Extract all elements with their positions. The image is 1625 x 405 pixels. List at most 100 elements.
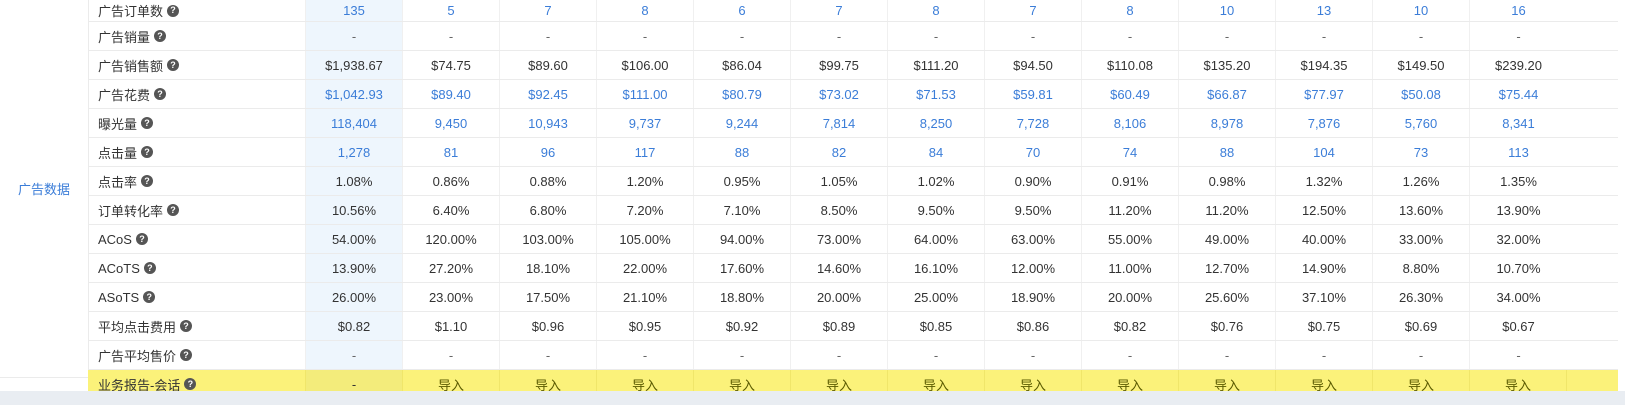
value-cell[interactable]: 9,737: [597, 109, 694, 137]
value-cell[interactable]: $77.97: [1276, 80, 1373, 108]
value-cell: 13.90%: [306, 254, 403, 282]
group-label-ad-data: 广告数据: [0, 0, 89, 378]
value-cell: 18.90%: [985, 283, 1082, 311]
value-cell[interactable]: $1,042.93: [306, 80, 403, 108]
value-cell: 11.20%: [1179, 196, 1276, 224]
value-cell[interactable]: 113: [1470, 138, 1567, 166]
value-cell[interactable]: $80.79: [694, 80, 791, 108]
value-cell[interactable]: 10,943: [500, 109, 597, 137]
help-icon[interactable]: ?: [143, 291, 156, 303]
value-cell[interactable]: 74: [1082, 138, 1179, 166]
row-label-text: ASoTS: [98, 289, 140, 305]
value-cell[interactable]: $59.81: [985, 80, 1082, 108]
table-row: 广告销量? - - - - - - - - - - - - -: [88, 22, 1618, 51]
value-cell: 12.00%: [985, 254, 1082, 282]
value-cell: 120.00%: [403, 225, 500, 253]
value-cell[interactable]: $71.53: [888, 80, 985, 108]
value-cell: $1,938.67: [306, 51, 403, 79]
value-cell[interactable]: $111.00: [597, 80, 694, 108]
value-cell[interactable]: 7,876: [1276, 109, 1373, 137]
value-cell[interactable]: $73.02: [791, 80, 888, 108]
value-cell[interactable]: $60.49: [1082, 80, 1179, 108]
help-icon[interactable]: ?: [141, 146, 154, 158]
value-cell[interactable]: 96: [500, 138, 597, 166]
value-cell: -: [597, 341, 694, 369]
row-label: 点击量?: [88, 138, 306, 166]
value-cell[interactable]: 7: [791, 0, 888, 21]
value-cell[interactable]: 88: [694, 138, 791, 166]
help-icon[interactable]: ?: [167, 59, 180, 71]
value-cell[interactable]: 10: [1373, 0, 1470, 21]
value-cell: -: [500, 22, 597, 50]
value-cell: 8.50%: [791, 196, 888, 224]
help-icon[interactable]: ?: [167, 204, 180, 216]
help-icon[interactable]: ?: [141, 175, 154, 187]
help-icon[interactable]: ?: [184, 378, 197, 390]
help-icon[interactable]: ?: [154, 30, 167, 42]
value-cell[interactable]: 135: [306, 0, 403, 21]
value-cell[interactable]: 8,250: [888, 109, 985, 137]
value-cell[interactable]: 7,728: [985, 109, 1082, 137]
horizontal-scrollbar-track[interactable]: [0, 391, 1625, 405]
value-cell[interactable]: 16: [1470, 0, 1567, 21]
row-label: 订单转化率?: [88, 196, 306, 224]
table-row: 广告销售额? $1,938.67 $74.75 $89.60 $106.00 $86.04…: [88, 51, 1618, 80]
value-cell[interactable]: 82: [791, 138, 888, 166]
value-cell[interactable]: 88: [1179, 138, 1276, 166]
value-cell: $106.00: [597, 51, 694, 79]
value-cell: 94.00%: [694, 225, 791, 253]
value-cell[interactable]: 8,106: [1082, 109, 1179, 137]
row-label-text: 平均点击费用: [98, 319, 177, 335]
value-cell[interactable]: 8,341: [1470, 109, 1567, 137]
value-cell[interactable]: $89.40: [403, 80, 500, 108]
value-cell[interactable]: $50.08: [1373, 80, 1470, 108]
value-cell: 18.80%: [694, 283, 791, 311]
value-cell[interactable]: 84: [888, 138, 985, 166]
value-cell: $0.76: [1179, 312, 1276, 340]
value-cell[interactable]: 1,278: [306, 138, 403, 166]
help-icon[interactable]: ?: [180, 320, 193, 332]
value-cell[interactable]: 5,760: [1373, 109, 1470, 137]
value-cell: $0.95: [597, 312, 694, 340]
value-cell[interactable]: 8,978: [1179, 109, 1276, 137]
value-cell: 1.35%: [1500, 173, 1537, 189]
value-cell[interactable]: 7: [985, 0, 1082, 21]
value-cell[interactable]: 9,450: [403, 109, 500, 137]
value-cell: $0.82: [1082, 312, 1179, 340]
value-cell[interactable]: $66.87: [1179, 80, 1276, 108]
value-cell[interactable]: 13: [1276, 0, 1373, 21]
help-icon[interactable]: ?: [180, 349, 193, 361]
value-cell[interactable]: 9,244: [694, 109, 791, 137]
value-cell[interactable]: 118,404: [306, 109, 403, 137]
value-cell: -: [500, 341, 597, 369]
value-cell[interactable]: 6: [694, 0, 791, 21]
value-cell: 1.05%: [791, 167, 888, 195]
value-cell[interactable]: 81: [403, 138, 500, 166]
value-cell: 1.32%: [1276, 167, 1373, 195]
value-cell: -: [791, 341, 888, 369]
value-cell[interactable]: 5: [403, 0, 500, 21]
value-cell[interactable]: 7,814: [791, 109, 888, 137]
help-icon[interactable]: ?: [135, 233, 148, 245]
value-cell: -: [985, 22, 1082, 50]
value-cell: 37.10%: [1276, 283, 1373, 311]
value-cell[interactable]: 117: [597, 138, 694, 166]
value-cell[interactable]: $92.45: [500, 80, 597, 108]
value-cell[interactable]: 104: [1276, 138, 1373, 166]
value-cell[interactable]: 7: [500, 0, 597, 21]
value-cell[interactable]: 73: [1373, 138, 1470, 166]
value-cell[interactable]: 70: [985, 138, 1082, 166]
help-icon[interactable]: ?: [143, 262, 156, 274]
value-cell[interactable]: $75.44: [1470, 80, 1567, 108]
value-cell[interactable]: 8: [597, 0, 694, 21]
help-icon[interactable]: ?: [167, 4, 180, 17]
value-cell[interactable]: 10: [1179, 0, 1276, 21]
table-row: 点击率? 1.08% 0.86% 0.88% 1.20% 0.95% 1.05% 1.02% 0…: [88, 167, 1618, 196]
value-cell[interactable]: 8: [888, 0, 985, 21]
help-icon[interactable]: ?: [141, 117, 154, 129]
value-cell[interactable]: 8: [1082, 0, 1179, 21]
help-icon[interactable]: ?: [154, 88, 167, 100]
row-label: 广告花费?: [88, 80, 306, 108]
value-cell: 7.10%: [694, 196, 791, 224]
value-cell: 13.60%: [1373, 196, 1470, 224]
